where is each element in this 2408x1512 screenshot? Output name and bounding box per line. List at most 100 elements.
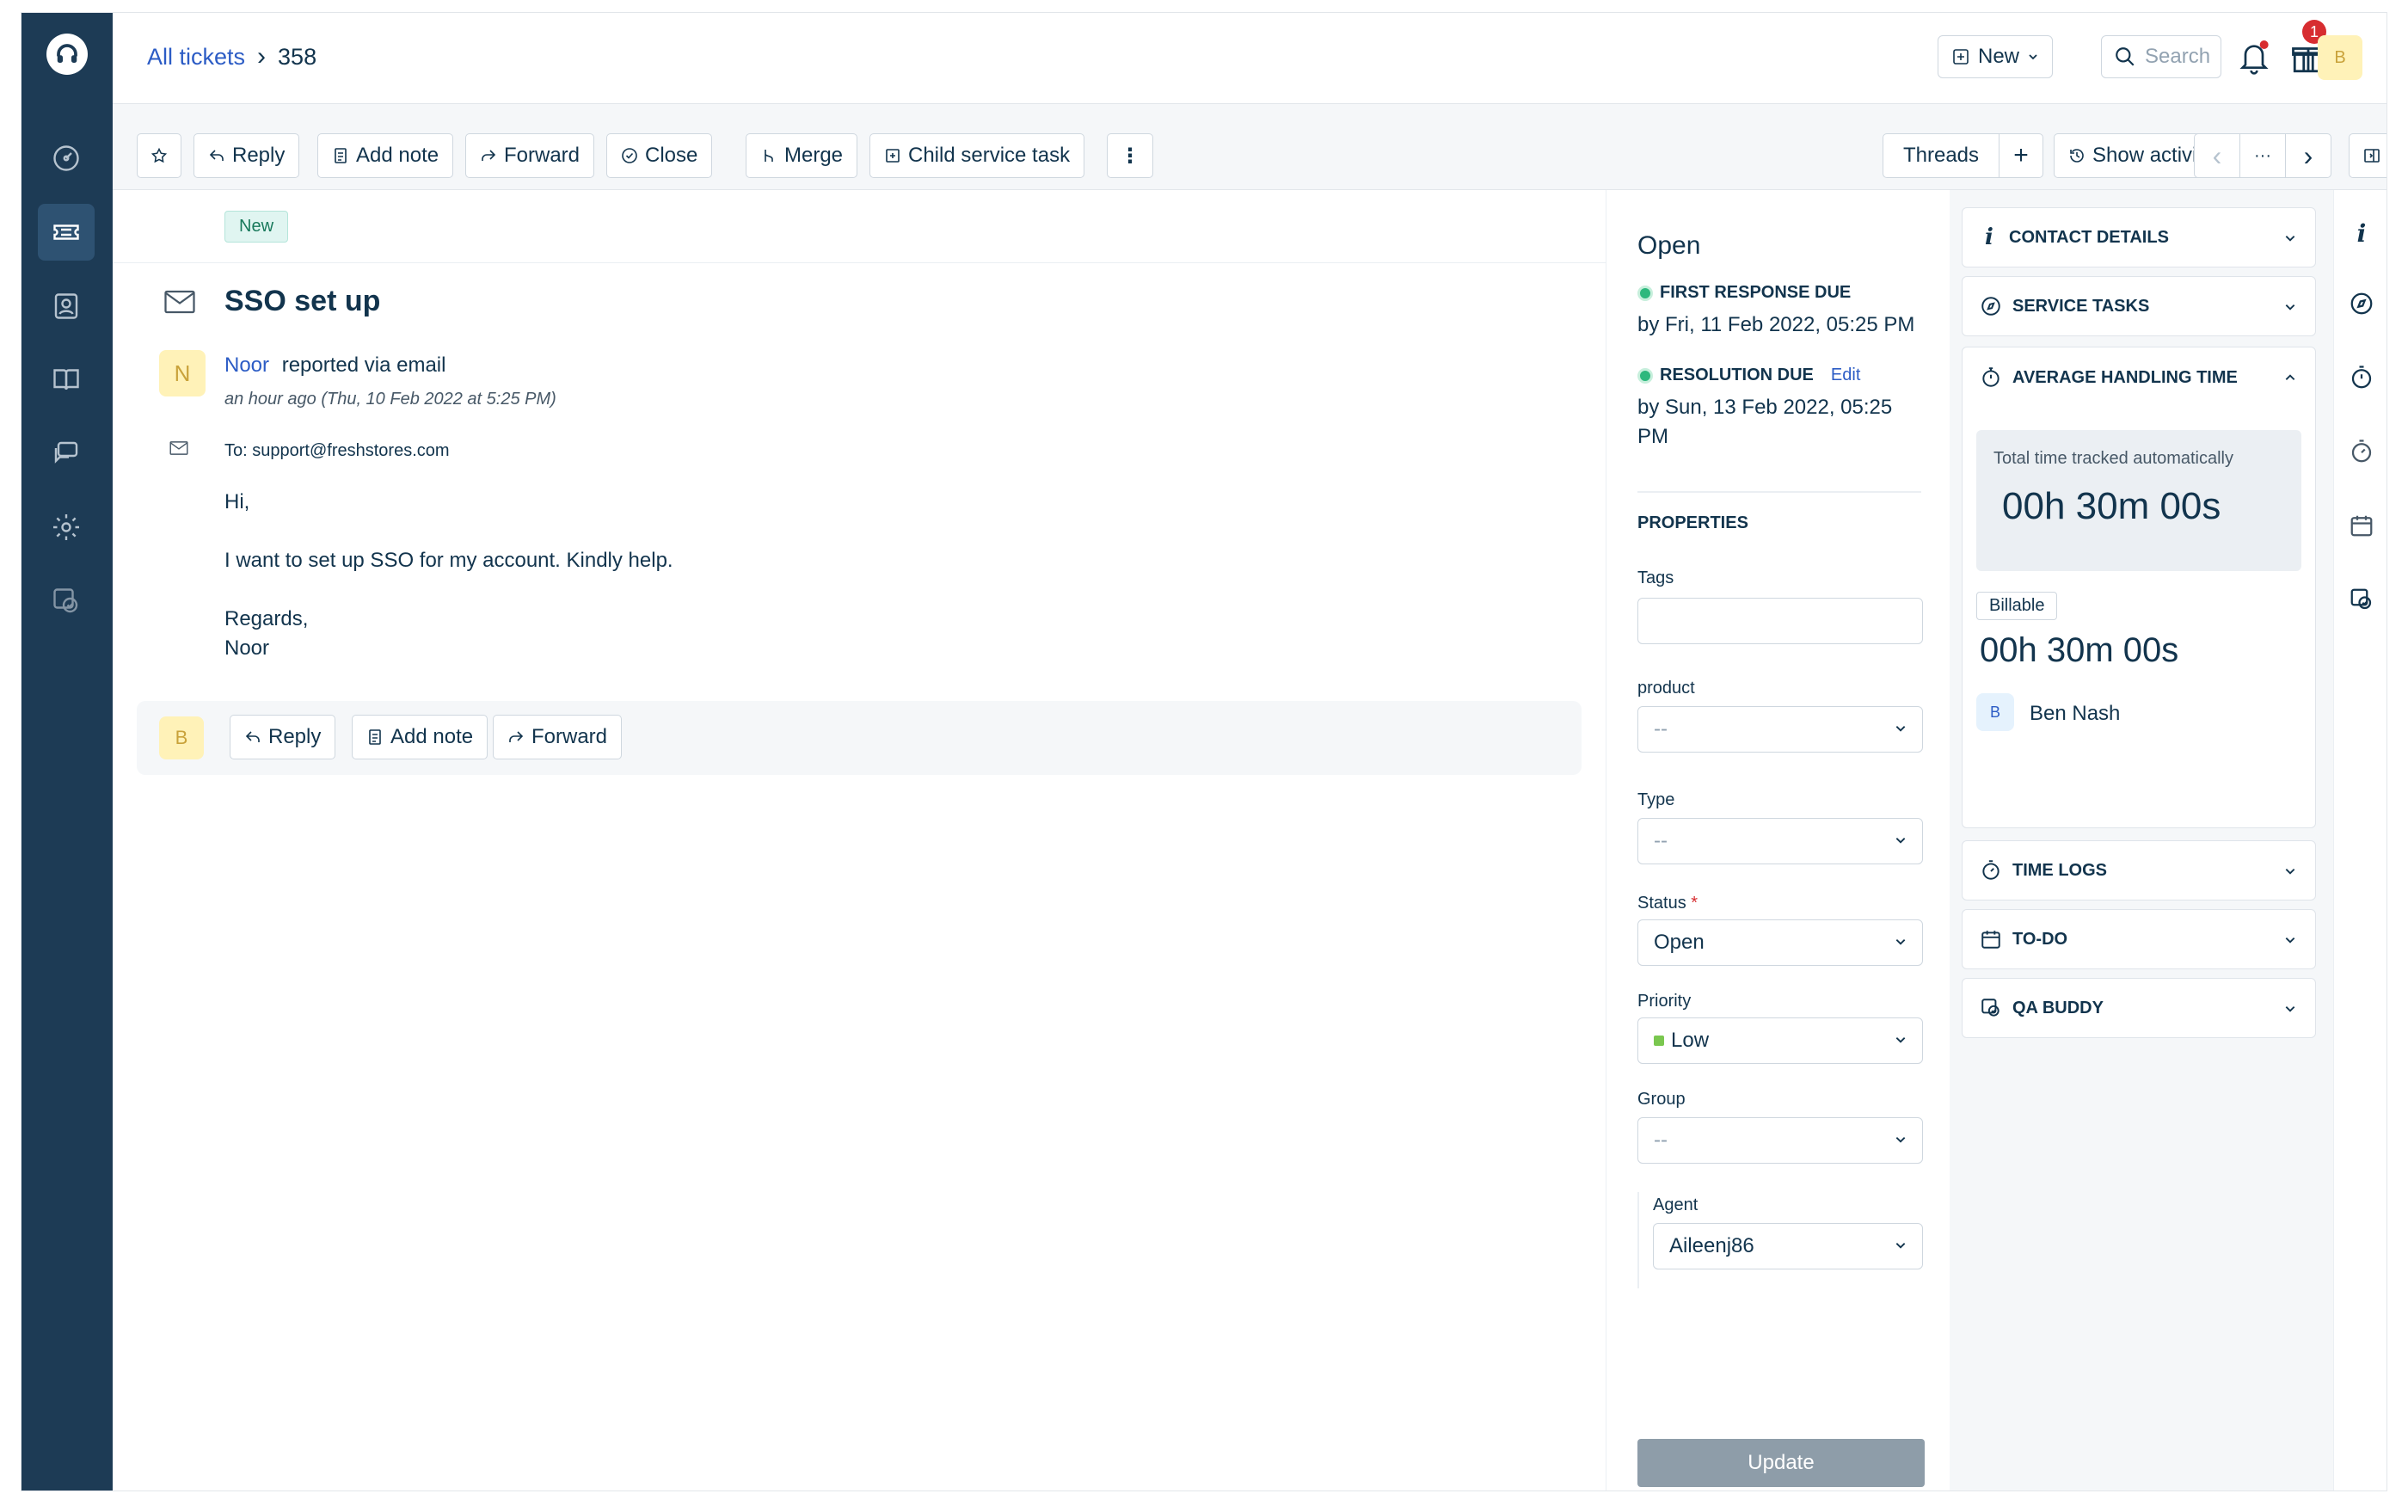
toggle-panel-button[interactable] (2349, 133, 2386, 178)
status-dot-icon (1637, 285, 1653, 301)
priority-select[interactable]: Low (1637, 1017, 1923, 1064)
reply-label: Reply (232, 144, 286, 167)
add-note-bottom-button[interactable]: Add note (352, 715, 488, 759)
forward-button[interactable]: Forward (465, 133, 595, 178)
add-thread-button[interactable]: + (1999, 133, 2043, 178)
reply-icon (209, 150, 224, 161)
body-text: I want to set up SSO for my account. Kin… (224, 549, 673, 572)
resolution-edit-link[interactable]: Edit (1831, 366, 1860, 385)
todo-accordion[interactable]: TO-DO (1962, 909, 2316, 969)
chevron-down-icon (2285, 236, 2295, 242)
add-note-bottom-label: Add note (390, 725, 474, 748)
search-placeholder: Search (2145, 45, 2211, 68)
aht-header[interactable]: AVERAGE HANDLING TIME (1963, 347, 2315, 408)
priority-label: Priority (1637, 992, 1692, 1011)
contact-details-accordion[interactable]: i CONTACT DETAILS (1962, 207, 2316, 267)
agent-avatar: B (159, 716, 204, 759)
tickets-icon[interactable] (38, 204, 95, 261)
group-select[interactable]: -- (1637, 1117, 1923, 1164)
qa-icon (1981, 999, 2000, 1017)
chevron-down-icon (2029, 54, 2037, 60)
merge-button[interactable]: Merge (746, 133, 858, 178)
star-icon (150, 147, 168, 163)
info-icon: i (1985, 224, 1993, 250)
first-response-value: by Fri, 11 Feb 2022, 05:25 PM (1637, 313, 1915, 336)
chevron-down-icon (2285, 1006, 2295, 1012)
service-tasks-accordion[interactable]: SERVICE TASKS (1962, 276, 2316, 336)
qa-buddy-accordion[interactable]: QA BUDDY (1962, 978, 2316, 1038)
agent-select[interactable]: Aileenj86 (1653, 1223, 1923, 1269)
chevron-down-icon (1895, 939, 1906, 945)
settings-icon[interactable] (38, 499, 95, 556)
stopwatch-icon (1982, 367, 2000, 387)
ticket-id: 358 (278, 43, 317, 70)
reported-time: an hour ago (Thu, 10 Feb 2022 at 5:25 PM… (224, 390, 556, 409)
dashboard-icon[interactable] (38, 130, 95, 187)
chevron-down-icon (2285, 304, 2295, 310)
user-avatar[interactable]: B (2318, 35, 2362, 80)
compass-icon (1981, 297, 2000, 316)
time-logs-label: TIME LOGS (2012, 860, 2107, 880)
close-button[interactable]: Close (606, 133, 713, 178)
product-select[interactable]: -- (1637, 706, 1923, 753)
knowledge-base-icon[interactable] (38, 351, 95, 408)
type-label: Type (1637, 790, 1675, 809)
tags-label: Tags (1637, 569, 1674, 587)
timer-icon[interactable] (2348, 438, 2375, 465)
info-icon[interactable]: i (2348, 219, 2375, 248)
forward-icon (509, 731, 524, 742)
required-marker: * (1691, 894, 1698, 913)
new-button-label: New (1977, 45, 2019, 68)
calendar-icon[interactable] (2348, 512, 2375, 539)
forward-bottom-button[interactable]: Forward (493, 715, 623, 759)
contacts-icon[interactable] (38, 278, 95, 335)
reply-bottom-label: Reply (268, 725, 322, 748)
note-icon (369, 729, 381, 745)
top-header: All tickets › 358 New Search 1 B (113, 13, 2386, 104)
product-value: -- (1654, 717, 1668, 741)
properties-heading: PROPERTIES (1637, 513, 1748, 532)
tracked-time-card: Total time tracked automatically 00h 30m… (1976, 430, 2301, 571)
reporter-name-link[interactable]: Noor (224, 353, 269, 377)
update-button[interactable]: Update (1637, 1439, 1925, 1487)
reply-button[interactable]: Reply (194, 133, 300, 178)
qa-icon[interactable] (38, 573, 95, 630)
add-note-button[interactable]: Add note (317, 133, 454, 178)
breadcrumb: All tickets › 358 (147, 42, 316, 71)
bell-icon[interactable] (2237, 39, 2271, 81)
chevron-down-icon (1895, 726, 1906, 732)
tags-input[interactable] (1637, 598, 1923, 644)
reply-bottom-button[interactable]: Reply (230, 715, 336, 759)
status-select[interactable]: Open (1637, 919, 1923, 966)
message-body: Hi, I want to set up SSO for my account.… (224, 488, 673, 663)
qa-icon[interactable] (2348, 586, 2375, 613)
priority-value: Low (1671, 1029, 1710, 1052)
chat-icon[interactable] (38, 425, 95, 482)
chevron-down-icon (1895, 1137, 1906, 1143)
all-tickets-link[interactable]: All tickets (147, 44, 245, 71)
reported-via: reported via email (281, 353, 446, 377)
ticket-status-title: Open (1637, 231, 1701, 260)
stopwatch-icon[interactable] (2348, 364, 2375, 391)
resolution-due: RESOLUTION DUE Edit (1637, 366, 1860, 385)
next-ticket-button[interactable]: › (2285, 133, 2331, 178)
new-button[interactable]: New (1938, 35, 2053, 78)
star-button[interactable] (137, 133, 181, 178)
app-window: All tickets › 358 New Search 1 B Reply A… (21, 12, 2387, 1491)
compass-icon[interactable] (2348, 290, 2375, 317)
headset-logo-icon[interactable] (46, 34, 88, 75)
more-button[interactable]: ⋮ (1107, 133, 1153, 178)
time-logs-accordion[interactable]: TIME LOGS (1962, 840, 2316, 900)
first-response-due: FIRST RESPONSE DUE (1637, 283, 1851, 303)
group-value: -- (1654, 1128, 1668, 1152)
envelope-small-icon (169, 441, 188, 459)
threads-button[interactable]: Threads (1883, 133, 2000, 178)
status-badge: New (224, 211, 289, 243)
type-select[interactable]: -- (1637, 818, 1923, 864)
agent-group: Agent Aileenj86 (1637, 1192, 1923, 1288)
search-box[interactable]: Search (2101, 35, 2221, 78)
previous-ticket-button[interactable]: ‹ (2194, 133, 2240, 178)
ticket-list-button[interactable]: ··· (2239, 133, 2286, 178)
child-service-task-button[interactable]: Child service task (869, 133, 1085, 178)
first-response-label: FIRST RESPONSE DUE (1660, 283, 1852, 302)
